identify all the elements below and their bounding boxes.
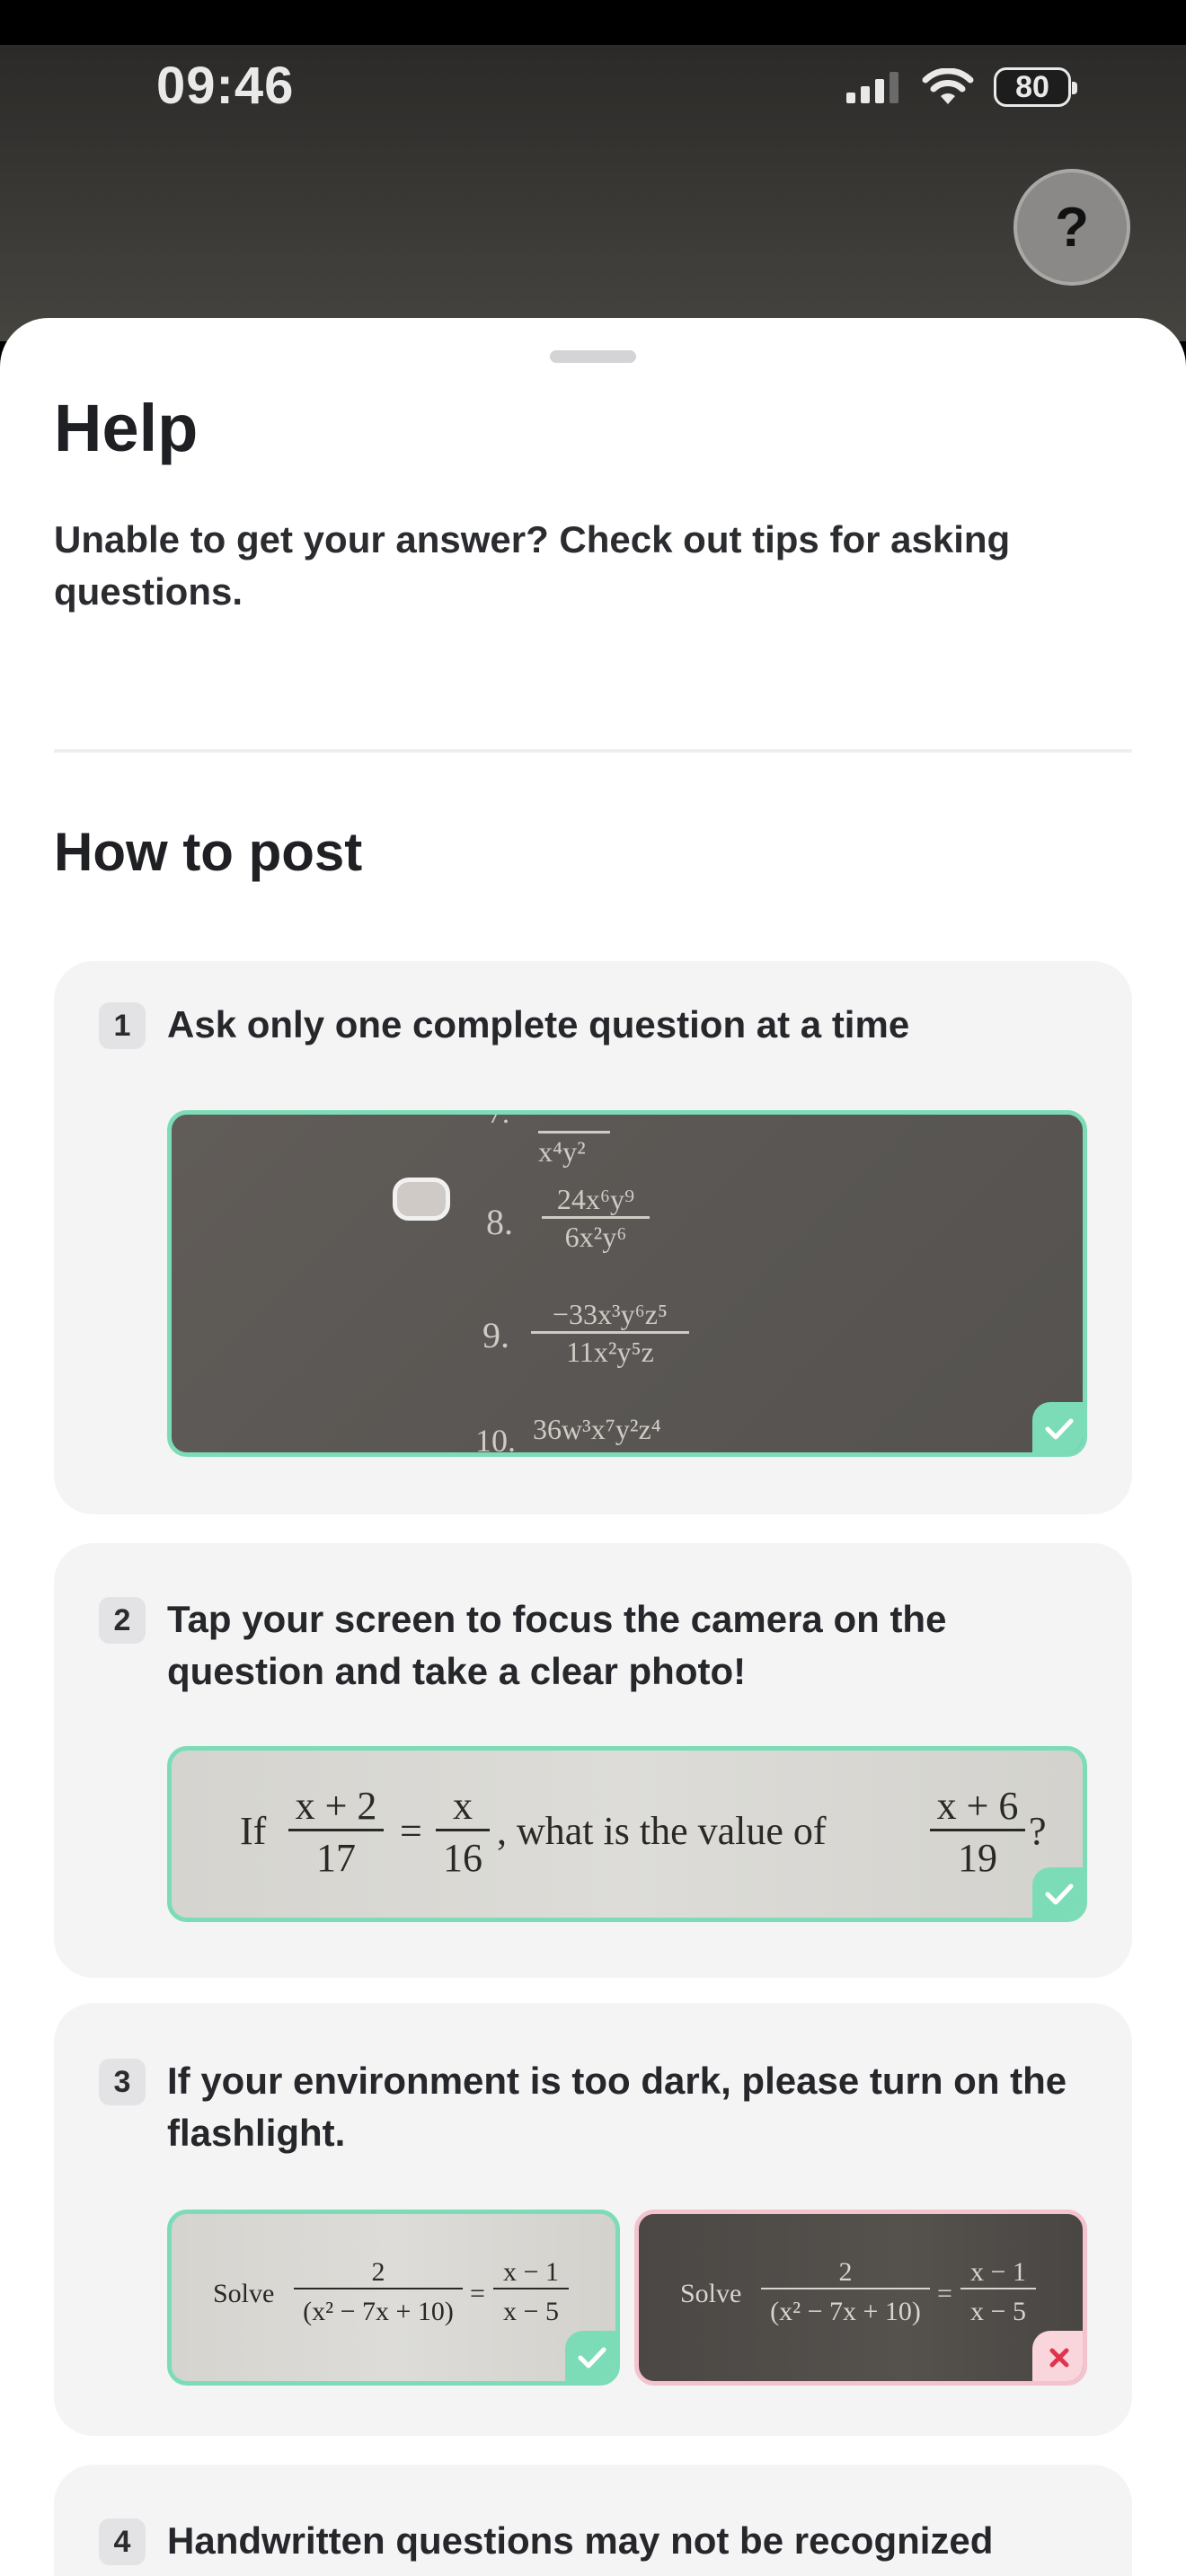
status-time: 09:46 [156,57,295,115]
correct-badge [1032,1402,1083,1452]
step-number: 4 [99,2519,146,2565]
divider [54,749,1132,753]
battery-icon: 80 [994,67,1077,107]
top-black-band [0,0,1186,45]
step-number: 3 [99,2059,146,2105]
check-icon [578,2347,606,2369]
step-text: Ask only one complete question at a time [167,1003,910,1045]
sheet-subtitle: Unable to get your answer? Check out tip… [54,518,1011,613]
step-number: 1 [99,1002,146,1049]
math-photo-text: Solve 2 (x² − 7x + 10) = x − 1 x − 5 [639,2214,1083,2381]
math-photo-text: If x + 2 17 = x 16 , what is the value o… [240,1784,1047,1880]
math-photo-text: Solve 2 (x² − 7x + 10) = x − 1 x − 5 [172,2214,615,2381]
example-image-bad: Solve 2 (x² − 7x + 10) = x − 1 x − 5 [634,2210,1087,2386]
close-icon [1049,2348,1069,2368]
step-number: 2 [99,1597,146,1644]
battery-level: 80 [1015,69,1049,104]
tip-card-1: 1 Ask only one complete question at a ti… [54,961,1132,1514]
example-image-good: 7. x⁴y² 8. 24x⁶y⁹ 6x²y⁶ 9. −33x³y⁶z⁵ 11x… [167,1110,1087,1457]
help-button-label: ? [1055,196,1089,259]
cellular-signal-icon [846,72,898,103]
correct-badge [565,2331,615,2381]
section-title: How to post [54,822,363,882]
example-image-good: If x + 2 17 = x 16 , what is the value o… [167,1746,1087,1922]
tip-card-3: 3 If your environment is too dark, pleas… [54,2003,1132,2436]
check-icon [1045,1883,1074,1905]
example-image-good: Solve 2 (x² − 7x + 10) = x − 1 x − 5 [167,2210,620,2386]
help-button[interactable]: ? [1013,169,1130,286]
correct-badge [1032,1867,1083,1918]
sheet-grabber[interactable] [550,350,636,363]
step-text: Handwritten questions may not be recogni… [167,2519,994,2562]
math-photo-text: 7. x⁴y² 8. 24x⁶y⁹ 6x²y⁶ 9. −33x³y⁶z⁵ 11x… [172,1115,1083,1452]
step-text: If your environment is too dark, please … [167,2060,1067,2154]
tip-card-2: 2 Tap your screen to focus the camera on… [54,1543,1132,1978]
status-icons: 80 [845,63,1077,111]
step-text: Tap your screen to focus the camera on t… [167,1598,947,1692]
incorrect-badge [1032,2331,1083,2381]
check-icon [1045,1418,1074,1440]
wifi-icon [922,68,974,104]
sheet-title: Help [54,391,199,465]
tip-card-4: 4 Handwritten questions may not be recog… [54,2465,1132,2576]
help-sheet: Help Unable to get your answer? Check ou… [0,318,1186,2576]
